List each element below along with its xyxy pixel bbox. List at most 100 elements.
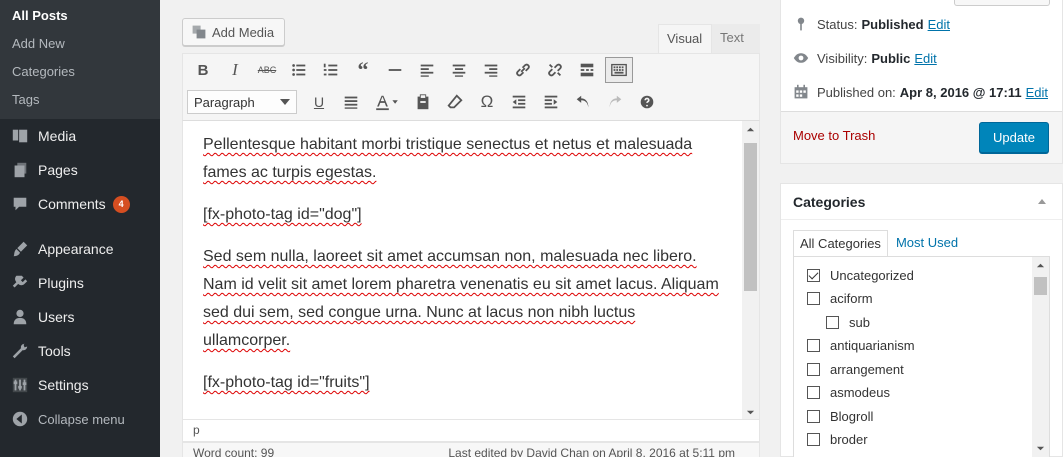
align-center-button[interactable] [443,56,475,84]
scroll-down-icon[interactable] [742,404,759,419]
justify-button[interactable] [335,88,367,116]
status-row: Status: Published Edit [793,12,950,36]
editor-scroll-thumb[interactable] [744,143,757,291]
paragraph-2: Sed sem nulla, laoreet sit amet accumsan… [203,248,719,349]
read-more-icon [580,63,594,77]
numbered-list-icon [323,63,338,76]
bold-button[interactable]: B [187,56,219,84]
categories-header[interactable]: Categories [781,184,1062,220]
category-item[interactable]: asmodeus [807,382,890,402]
category-checkbox[interactable] [807,291,820,305]
editor-scrollbar[interactable] [742,121,759,419]
bullet-list-icon [292,64,306,76]
add-media-icon [192,25,206,39]
category-checkbox[interactable] [807,338,820,352]
insert-link-button[interactable] [507,56,539,84]
eye-icon [793,53,809,63]
category-item[interactable]: broder [807,429,868,449]
add-media-button[interactable]: Add Media [182,18,286,46]
calendar-icon [794,84,808,99]
underline-button[interactable]: U [303,88,335,116]
redo-button[interactable] [599,88,631,116]
align-right-button[interactable] [475,56,507,84]
category-checkbox[interactable] [807,362,820,376]
bullet-list-button[interactable] [283,56,315,84]
toolbar-toggle-button[interactable] [605,57,633,83]
category-checkbox[interactable] [826,315,839,329]
text-color-button[interactable] [367,88,407,116]
tab-most-used[interactable]: Most Used [890,230,964,257]
scroll-up-icon[interactable] [1032,257,1049,274]
category-item[interactable]: antiquarianism [807,335,915,355]
menu-item-label: Tools [38,343,71,359]
tab-text[interactable]: Text [712,24,760,53]
editor-content[interactable]: Pellentesque habitant morbi tristique se… [182,120,760,420]
category-checkbox[interactable] [807,385,820,399]
help-button[interactable] [631,88,663,116]
category-label: asmodeus [830,384,890,400]
justify-icon [344,96,358,109]
status-edit-link[interactable]: Edit [928,17,950,32]
tab-all-categories[interactable]: All Categories [793,230,888,257]
submenu-categories[interactable]: Categories [0,59,160,87]
special-character-button[interactable]: Ω [471,88,503,116]
menu-item-appearance[interactable]: Appearance [0,232,160,266]
category-checkbox[interactable] [807,268,820,282]
published-on-edit-link[interactable]: Edit [1026,85,1048,100]
preview-button[interactable] [954,0,1050,6]
menu-item-users[interactable]: Users [0,300,160,334]
category-item[interactable]: Blogroll [807,406,873,426]
paste-as-text-button[interactable] [407,88,439,116]
read-more-button[interactable] [571,56,603,84]
menu-item-pages[interactable]: Pages [0,153,160,187]
align-left-icon [420,64,434,77]
category-checkbox[interactable] [807,432,820,446]
scroll-up-icon[interactable] [742,121,759,138]
undo-icon [576,95,589,108]
outdent-button[interactable] [503,88,535,116]
category-item[interactable]: Uncategorized [807,265,914,285]
category-item[interactable]: sub [826,312,870,332]
indent-button[interactable] [535,88,567,116]
submenu-tags[interactable]: Tags [0,87,160,115]
collapse-menu-button[interactable]: Collapse menu [0,402,160,436]
collapse-toggle-icon[interactable] [1038,199,1046,204]
category-item[interactable]: arrangement [807,359,904,379]
menu-item-media[interactable]: Media [0,119,160,153]
comments-count-badge: 4 [112,195,130,213]
clipboard-icon [417,94,429,110]
menu-item-settings[interactable]: Settings [0,368,160,402]
menu-item-label: Plugins [38,275,84,291]
submenu-add-new[interactable]: Add New [0,31,160,59]
update-button[interactable]: Update [979,122,1049,153]
link-icon [516,63,530,77]
blockquote-button[interactable]: “ [347,56,379,84]
clear-formatting-button[interactable] [439,88,471,116]
italic-button[interactable]: I [219,56,251,84]
scroll-down-icon[interactable] [1032,440,1049,457]
chevron-down-icon [280,99,290,105]
submenu-all-posts[interactable]: All Posts [0,3,160,31]
editor-text[interactable]: Pellentesque habitant morbi tristique se… [203,131,723,411]
align-left-button[interactable] [411,56,443,84]
tab-visual[interactable]: Visual [658,24,712,53]
category-label: Blogroll [830,408,874,424]
category-checkbox[interactable] [807,409,820,423]
move-to-trash-link[interactable]: Move to Trash [793,128,875,143]
category-label: arrangement [830,361,904,377]
horizontal-line-button[interactable] [379,56,411,84]
keyboard-icon [611,63,627,77]
numbered-list-button[interactable] [315,56,347,84]
menu-item-tools[interactable]: Tools [0,334,160,368]
format-select[interactable]: Paragraph [187,90,297,114]
categories-scroll-thumb[interactable] [1034,277,1047,295]
remove-link-button[interactable] [539,56,571,84]
category-item[interactable]: aciform [807,288,873,308]
visibility-edit-link[interactable]: Edit [914,51,936,66]
menu-item-plugins[interactable]: Plugins [0,266,160,300]
categories-scrollbar[interactable] [1032,257,1049,457]
users-icon [10,307,30,327]
strikethrough-button[interactable]: ABC [251,56,283,84]
menu-item-comments[interactable]: Comments 4 [0,187,160,221]
undo-button[interactable] [567,88,599,116]
